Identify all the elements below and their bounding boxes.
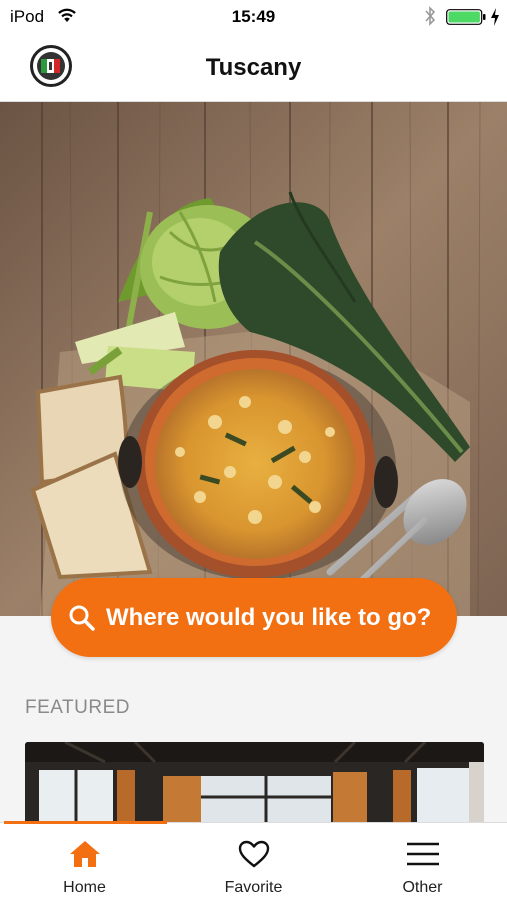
tab-bar: Home Favorite Other: [0, 821, 507, 900]
featured-card-image: [25, 742, 484, 824]
hero-image: [0, 102, 507, 616]
tab-favorite-label: Favorite: [224, 879, 283, 896]
bluetooth-icon: [425, 6, 436, 26]
search-button[interactable]: Where would you like to go?: [51, 578, 457, 657]
nav-bar: Tuscany: [0, 34, 507, 102]
page-title: Tuscany: [205, 54, 302, 81]
tab-other-label: Other: [402, 879, 443, 896]
search-label: Where would you like to go?: [106, 603, 432, 631]
tab-favorite[interactable]: Favorite: [169, 823, 338, 900]
tab-other[interactable]: Other: [338, 823, 507, 900]
featured-card[interactable]: [25, 742, 484, 824]
charging-icon: [491, 8, 499, 26]
tab-home[interactable]: Home: [0, 823, 169, 900]
status-bar: iPod 15:49: [0, 0, 507, 34]
heart-icon: [238, 840, 269, 868]
featured-header: FEATURED: [25, 697, 130, 718]
home-icon: [69, 841, 100, 867]
battery-icon: [446, 9, 486, 25]
menu-icon: [406, 842, 439, 866]
tab-home-label: Home: [63, 879, 106, 896]
search-icon: [69, 605, 95, 631]
